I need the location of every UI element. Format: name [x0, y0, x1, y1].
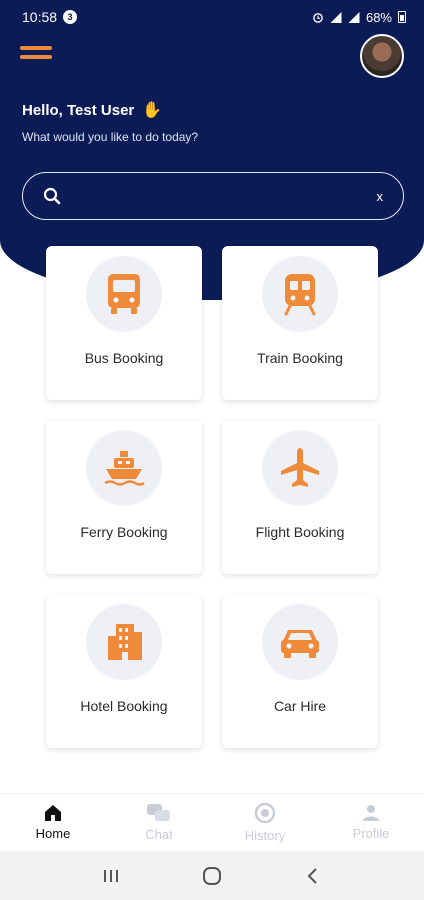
- alarm-icon: [313, 12, 323, 23]
- profile-icon: [363, 805, 379, 821]
- nav-label: Profile: [352, 826, 390, 841]
- home-button-icon[interactable]: [192, 861, 232, 891]
- bus-icon: [108, 274, 140, 314]
- history-icon: [254, 802, 276, 824]
- greeting-subtitle: What would you like to do today?: [22, 130, 199, 144]
- greeting-text: Hello, Test User: [22, 101, 135, 119]
- airplane-icon: [281, 448, 319, 487]
- greeting: Hello, Test User ✋: [22, 100, 162, 120]
- hotel-booking-card[interactable]: Hotel Booking: [46, 594, 202, 748]
- signal-icon: [330, 11, 342, 23]
- battery-icon: [398, 11, 406, 23]
- card-label: Train Booking: [257, 350, 343, 366]
- nav-history[interactable]: History: [225, 802, 305, 843]
- card-label: Flight Booking: [255, 524, 345, 540]
- battery-percent: 68%: [365, 9, 392, 25]
- ferry-booking-card[interactable]: Ferry Booking: [46, 420, 202, 574]
- search-icon: [43, 187, 61, 205]
- nav-label: Chat: [145, 827, 173, 842]
- signal-icon: [348, 11, 360, 23]
- chat-icon: [147, 804, 170, 821]
- bottom-nav: Home Chat History Profile: [0, 793, 424, 851]
- train-booking-card[interactable]: Train Booking: [222, 246, 378, 400]
- car-icon: [281, 630, 319, 658]
- back-icon[interactable]: [293, 861, 333, 891]
- ferry-icon: [104, 451, 145, 486]
- nav-home[interactable]: Home: [13, 804, 93, 841]
- train-icon: [284, 274, 316, 316]
- waving-hand-icon: ✋: [142, 102, 163, 119]
- card-label: Hotel Booking: [80, 698, 168, 714]
- hamburger-menu-icon[interactable]: [20, 46, 52, 66]
- status-time: 10:58: [22, 9, 58, 25]
- home-icon: [45, 805, 61, 821]
- nav-label: History: [244, 828, 286, 843]
- flight-booking-card[interactable]: Flight Booking: [222, 420, 378, 574]
- car-hire-card[interactable]: Car Hire: [222, 594, 378, 748]
- recent-apps-icon[interactable]: [91, 861, 131, 891]
- status-bar: 10:58 3 68%: [0, 0, 424, 34]
- search-bar: x: [22, 172, 404, 220]
- card-label: Ferry Booking: [80, 524, 168, 540]
- system-nav-bar: [0, 851, 424, 900]
- nav-label: Home: [35, 826, 71, 841]
- bus-booking-card[interactable]: Bus Booking: [46, 246, 202, 400]
- card-label: Car Hire: [273, 698, 327, 714]
- notification-badge: 3: [63, 10, 78, 24]
- hotel-icon: [108, 624, 142, 660]
- nav-profile[interactable]: Profile: [331, 804, 411, 841]
- avatar[interactable]: [360, 34, 404, 78]
- search-input[interactable]: [73, 173, 377, 219]
- card-label: Bus Booking: [84, 350, 164, 366]
- clear-search-button[interactable]: x: [377, 189, 384, 204]
- nav-chat[interactable]: Chat: [119, 803, 199, 842]
